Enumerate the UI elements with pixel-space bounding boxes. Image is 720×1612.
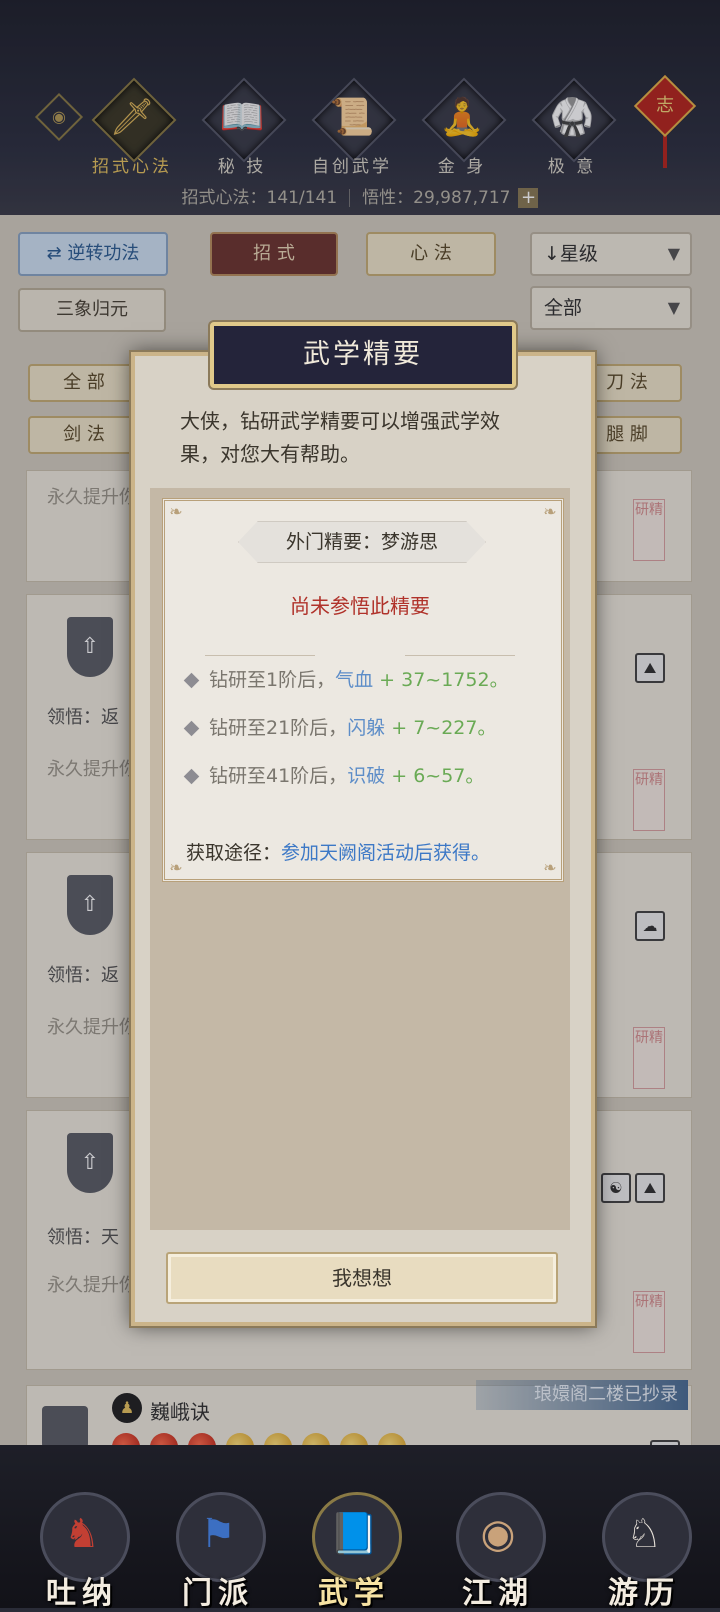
bonus-row: 钻研至41阶后，识破 + 6~57。 (183, 761, 484, 788)
corner-ornament-icon: ❧ (543, 502, 557, 521)
bonus-row: 钻研至21阶后，闪躲 + 7~227。 (183, 713, 497, 740)
nav-martial-arts[interactable]: 📘 武学 (302, 1486, 406, 1611)
bonus-row: 钻研至1阶后，气血 + 37~1752。 (183, 665, 509, 692)
gem-icon (183, 768, 200, 785)
gem-icon (183, 720, 200, 737)
acquire-link[interactable]: 参加天阙阁活动后获得。 (281, 842, 490, 864)
dialog-intro: 大侠，钻研武学精要可以增强武学效果，对您大有帮助。 (180, 409, 500, 466)
sect-flag-icon: ⚑ (200, 1511, 236, 1557)
nav-jianghu[interactable]: ◉ 江湖 (446, 1486, 550, 1611)
essence-name-tag: 外门精要：梦游思 (238, 521, 486, 563)
think-it-over-button[interactable]: 我想想 (166, 1252, 558, 1304)
nav-breathing[interactable]: ♞ 吐纳 (30, 1486, 134, 1611)
nav-travel[interactable]: ♘ 游历 (592, 1486, 696, 1611)
corner-ornament-icon: ❧ (169, 502, 183, 521)
acquire-method: 获取途径：参加天阙阁活动后获得。 (186, 842, 491, 864)
ornament-divider (205, 650, 515, 662)
corner-ornament-icon: ❧ (169, 858, 183, 877)
straw-hat-icon: ◉ (480, 1511, 516, 1557)
not-comprehended-status: 尚未参悟此精要 (290, 594, 430, 618)
warrior-icon: ♞ (64, 1511, 100, 1557)
manual-book-icon: 📘 (329, 1511, 379, 1557)
corner-ornament-icon: ❧ (543, 858, 557, 877)
dialog-title: 武学精要 (210, 322, 516, 388)
gem-icon (183, 672, 200, 689)
horse-icon: ♘ (626, 1511, 662, 1557)
nav-sect[interactable]: ⚑ 门派 (166, 1486, 270, 1611)
